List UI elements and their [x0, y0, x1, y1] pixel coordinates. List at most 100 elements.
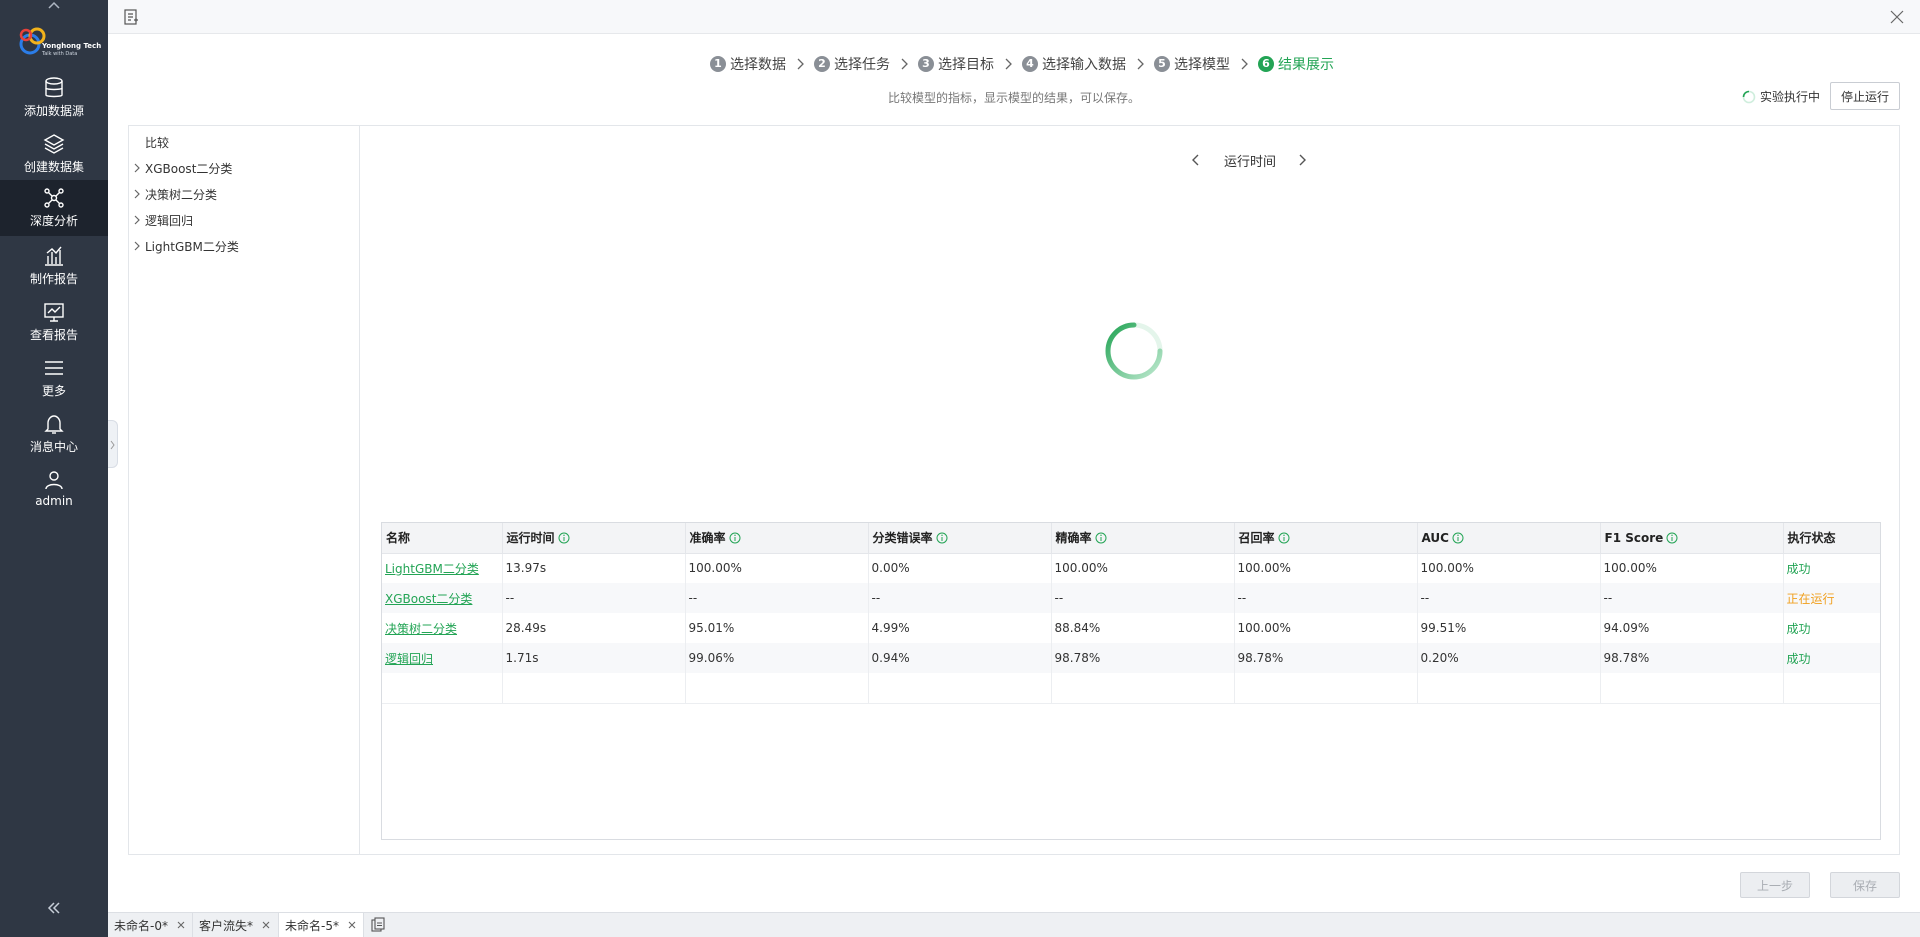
- model-link[interactable]: LightGBM二分类: [385, 562, 479, 576]
- info-icon[interactable]: [1095, 532, 1107, 544]
- table-cell: 100.00%: [1600, 553, 1784, 583]
- table-cell: 99.51%: [1417, 613, 1601, 643]
- column-header[interactable]: 准确率: [685, 523, 869, 554]
- sidebar-item-make-report[interactable]: 制作报告: [0, 238, 108, 294]
- column-header[interactable]: F1 Score: [1600, 523, 1784, 554]
- logo: Yonghong Tech Talk with Data: [16, 24, 101, 60]
- column-header[interactable]: 名称: [382, 523, 503, 554]
- step-number: 6: [1258, 56, 1274, 72]
- table-cell: 4.99%: [868, 613, 1052, 643]
- panel-collapse-handle[interactable]: [108, 420, 118, 468]
- network-icon: [44, 188, 64, 208]
- table-row: LightGBM二分类 13.97s 100.00% 0.00% 100.00%…: [382, 553, 1880, 583]
- column-header[interactable]: AUC: [1417, 523, 1601, 554]
- tree-node-label: LightGBM二分类: [145, 239, 239, 254]
- table-cell[interactable]: 逻辑回归: [382, 643, 503, 673]
- menu-icon: [45, 361, 63, 375]
- tree-node[interactable]: XGBoost二分类: [131, 158, 232, 178]
- tree-node-label: 决策树二分类: [145, 187, 218, 202]
- info-icon[interactable]: [1452, 532, 1464, 544]
- sidebar-item-message-center[interactable]: 消息中心: [0, 406, 108, 462]
- tree-node[interactable]: 逻辑回归: [131, 210, 193, 230]
- chevron-right-icon: [901, 58, 908, 70]
- column-header-label: AUC: [1421, 530, 1449, 545]
- column-header[interactable]: 分类错误率: [868, 523, 1052, 554]
- column-header[interactable]: 运行时间: [502, 523, 686, 554]
- sidebar-item-label: 更多: [41, 384, 66, 398]
- tab-unnamed-5[interactable]: 未命名-5*: [279, 913, 364, 937]
- tree-node[interactable]: LightGBM二分类: [131, 236, 239, 256]
- step-select-target[interactable]: 3 选择目标: [918, 54, 994, 74]
- table-cell: 成功: [1783, 613, 1880, 643]
- model-link[interactable]: 决策树二分类: [385, 622, 457, 636]
- sidebar-item-user[interactable]: admin: [0, 462, 108, 518]
- document-edit-icon[interactable]: [122, 8, 140, 26]
- table-cell: 100.00%: [1234, 553, 1418, 583]
- column-header[interactable]: 精确率: [1051, 523, 1235, 554]
- model-tree: 比较 XGBoost二分类 决策树二分类 逻辑回归 LightGBM二分类: [129, 126, 360, 854]
- model-link[interactable]: XGBoost二分类: [385, 592, 472, 606]
- tab-customer-churn[interactable]: 客户流失*: [193, 913, 279, 937]
- step-select-data[interactable]: 1 选择数据: [710, 54, 786, 74]
- double-chevron-left-icon[interactable]: [44, 898, 64, 918]
- info-icon[interactable]: [936, 532, 948, 544]
- stop-run-button[interactable]: 停止运行: [1830, 82, 1900, 110]
- table-cell: 28.49s: [502, 613, 686, 643]
- chevron-right-icon: [134, 215, 140, 225]
- sidebar-item-label: 深度分析: [29, 214, 78, 228]
- table-row: 逻辑回归 1.71s 99.06% 0.94% 98.78% 98.78% 0.…: [382, 643, 1880, 673]
- model-link[interactable]: 逻辑回归: [385, 652, 433, 666]
- column-header-label: 执行状态: [1787, 531, 1836, 546]
- document-tab-bar: 未命名-0* 客户流失* 未命名-5*: [108, 912, 1920, 937]
- close-icon[interactable]: [1888, 8, 1906, 26]
- loading-spinner-icon: [1105, 322, 1163, 380]
- chevron-left-icon[interactable]: [1189, 152, 1203, 168]
- sidebar-item-view-report[interactable]: 查看报告: [0, 294, 108, 350]
- table-cell[interactable]: 决策树二分类: [382, 613, 503, 643]
- column-header-label: 精确率: [1055, 531, 1092, 546]
- table-cell: [502, 673, 686, 704]
- step-select-input[interactable]: 4 选择输入数据: [1022, 54, 1126, 74]
- table-cell: [1051, 673, 1235, 704]
- tab-unnamed-0[interactable]: 未命名-0*: [108, 913, 193, 937]
- running-status: 实验执行中: [1742, 88, 1820, 105]
- table-cell[interactable]: LightGBM二分类: [382, 553, 503, 583]
- status-badge: 成功: [1786, 561, 1811, 576]
- close-icon[interactable]: [176, 920, 186, 930]
- step-number: 3: [918, 56, 934, 72]
- sidebar: Yonghong Tech Talk with Data 添加数据源 创建数据集…: [0, 0, 108, 937]
- tree-root[interactable]: 比较: [145, 134, 169, 151]
- step-label: 选择模型: [1174, 57, 1230, 73]
- chevron-right-icon[interactable]: [1295, 152, 1309, 168]
- sidebar-item-more[interactable]: 更多: [0, 350, 108, 406]
- step-select-task[interactable]: 2 选择任务: [814, 54, 890, 74]
- table-cell: --: [868, 583, 1052, 613]
- column-header-label: 运行时间: [506, 531, 555, 546]
- chevron-up-icon[interactable]: [44, 0, 64, 10]
- previous-step-button[interactable]: 上一步: [1740, 872, 1810, 898]
- table-cell: [1783, 673, 1880, 704]
- save-button[interactable]: 保存: [1830, 872, 1900, 898]
- page-subtitle: 比较模型的指标，显示模型的结果，可以保存。: [887, 91, 1140, 105]
- close-icon[interactable]: [261, 920, 271, 930]
- close-icon[interactable]: [347, 920, 357, 930]
- step-number: 4: [1022, 56, 1038, 72]
- table-cell: [1600, 673, 1784, 704]
- info-icon[interactable]: [729, 532, 741, 544]
- step-result-display[interactable]: 6 结果展示: [1258, 54, 1334, 74]
- tab-label: 未命名-5*: [285, 918, 339, 933]
- tree-node[interactable]: 决策树二分类: [131, 184, 217, 204]
- step-select-model[interactable]: 5 选择模型: [1154, 54, 1230, 74]
- info-icon[interactable]: [1666, 532, 1678, 544]
- column-header-label: 分类错误率: [872, 531, 933, 546]
- info-icon[interactable]: [558, 532, 570, 544]
- sidebar-item-create-dataset[interactable]: 创建数据集: [0, 126, 108, 182]
- new-tab-icon[interactable]: [370, 917, 386, 933]
- table-cell[interactable]: XGBoost二分类: [382, 583, 503, 613]
- sidebar-item-deep-analysis[interactable]: 深度分析: [0, 180, 108, 236]
- table-cell: 99.06%: [685, 643, 869, 673]
- info-icon[interactable]: [1278, 532, 1290, 544]
- column-header[interactable]: 执行状态: [1783, 523, 1880, 554]
- table-cell: 98.78%: [1234, 643, 1418, 673]
- column-header[interactable]: 召回率: [1234, 523, 1418, 554]
